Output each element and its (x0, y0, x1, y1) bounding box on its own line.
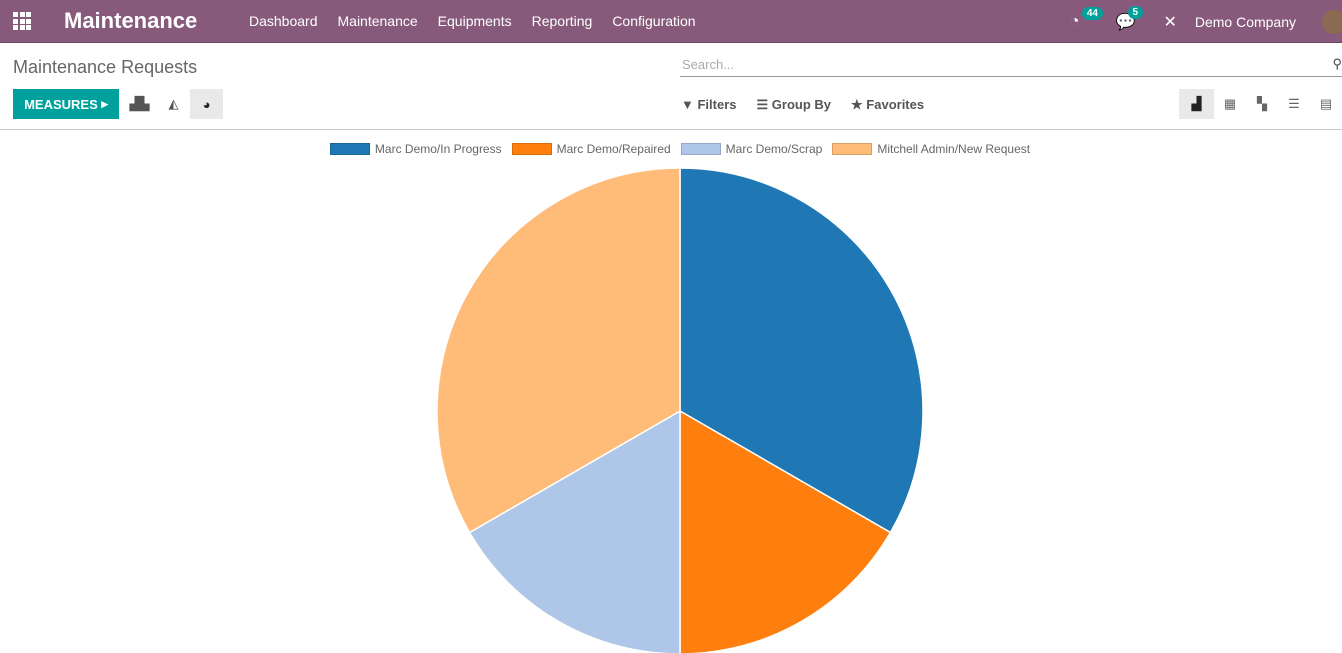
pie-chart (436, 167, 924, 653)
